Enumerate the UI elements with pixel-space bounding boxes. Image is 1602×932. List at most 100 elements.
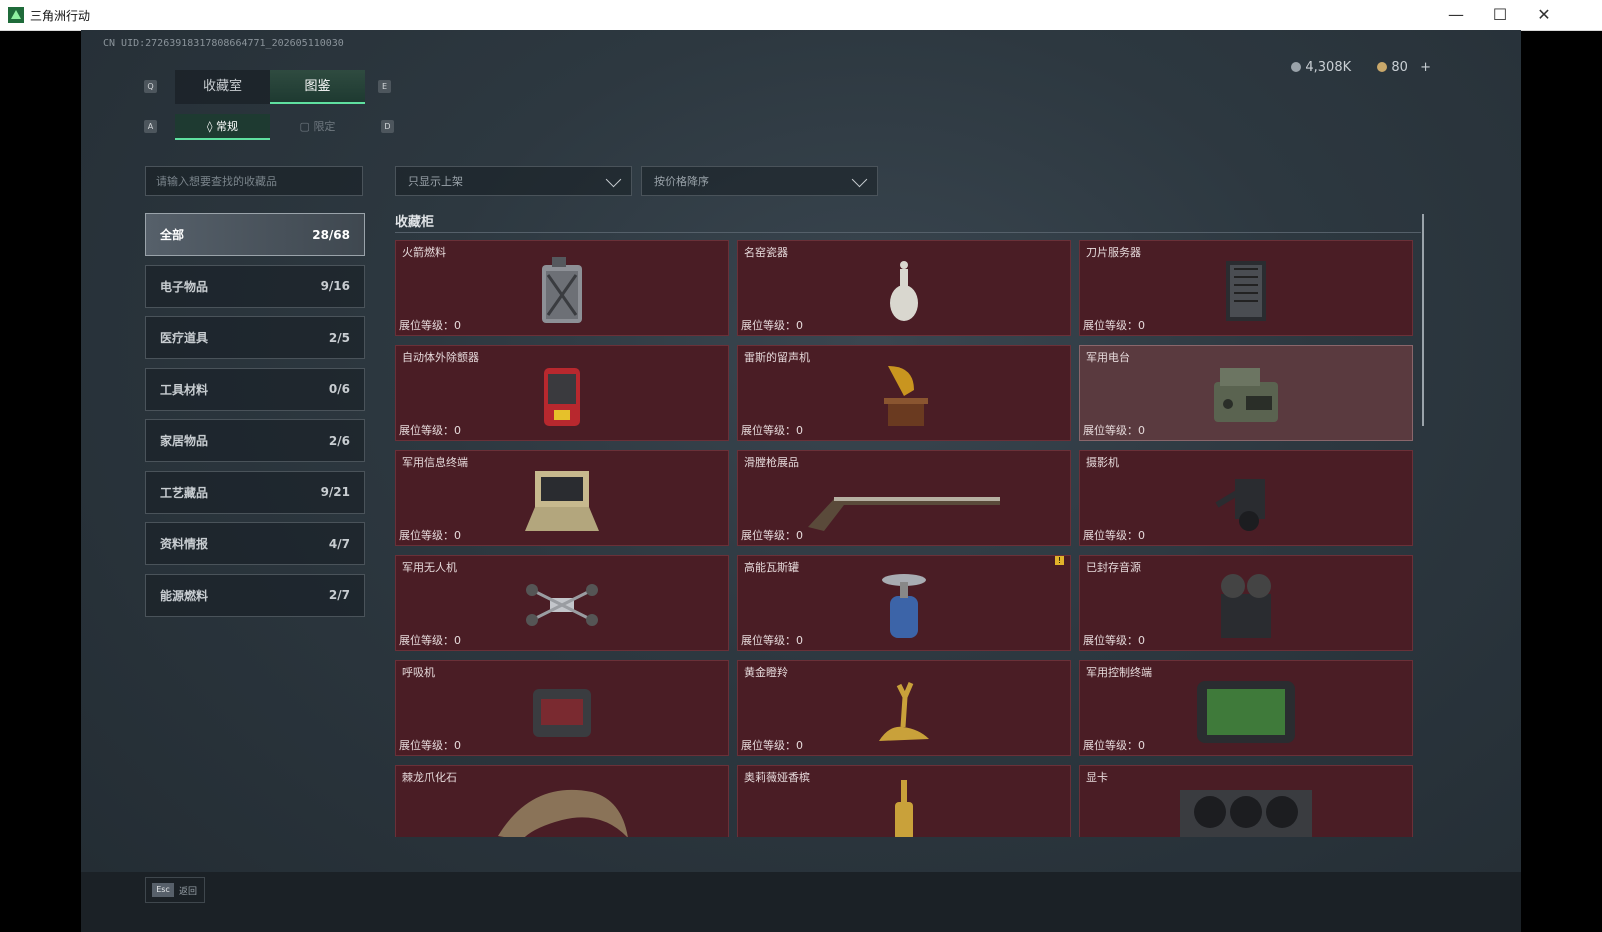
collection-card[interactable]: 摄影机 展位等级：0	[1079, 450, 1413, 546]
chevron-down-icon	[605, 171, 622, 188]
alert-badge: !	[1055, 556, 1064, 565]
level-label: 展位等级：	[1083, 739, 1138, 752]
category-count: 0/6	[328, 382, 350, 396]
item-name: 黄金瞪羚	[744, 666, 788, 679]
collection-card[interactable]: 雷斯的留声机 展位等级：0	[737, 345, 1071, 441]
currency-value-1: 4,308K	[1305, 60, 1352, 75]
subtab-regular[interactable]: ◊ 常规	[175, 114, 270, 140]
radio-icon	[1214, 368, 1278, 422]
collection-card[interactable]: 军用控制终端 展位等级：0	[1079, 660, 1413, 756]
category-energy[interactable]: 能源燃料 2/7	[145, 573, 365, 617]
collection-card[interactable]: 奥莉薇娅香槟	[737, 765, 1071, 837]
ventilator-icon	[533, 689, 591, 737]
scrollbar[interactable]	[1422, 214, 1424, 426]
level-label: 展位等级：	[1083, 529, 1138, 542]
category-count: 2/5	[328, 330, 350, 345]
sort-dropdown[interactable]: 按价格降序	[641, 166, 878, 196]
silver-coin-icon	[1291, 62, 1302, 72]
collection-card[interactable]: 刀片服务器 展位等级：0	[1079, 240, 1413, 336]
category-household[interactable]: 家居物品 2/6	[145, 419, 365, 462]
collection-card[interactable]: 呼吸机 展位等级：0	[395, 660, 729, 756]
item-level: 展位等级：0	[741, 317, 803, 333]
search-input[interactable]: 请输入想要查找的收藏品	[145, 166, 363, 196]
collection-card[interactable]: 军用信息终端 展位等级：0	[395, 450, 729, 546]
category-count: 9/21	[320, 485, 350, 499]
item-name: 军用信息终端	[402, 456, 468, 469]
collection-card[interactable]: 军用电台 展位等级：0	[1079, 345, 1413, 441]
currency-bar: 4,308K 80 +	[1291, 60, 1431, 75]
level-value: 0	[796, 319, 803, 332]
level-value: 0	[1138, 424, 1145, 437]
item-level: 展位等级：0	[741, 422, 803, 438]
vase-icon	[890, 261, 918, 321]
collection-grid: 火箭燃料 展位等级：0 名窑瓷器 展位等级：0 刀片服务器 展位等级：0 自动体…	[395, 240, 1415, 837]
level-value: 0	[796, 424, 803, 437]
level-value: 0	[454, 634, 461, 647]
sort-value: 按价格降序	[654, 175, 709, 188]
collection-card[interactable]: 自动体外除颤器 展位等级：0	[395, 345, 729, 441]
gas-tank-icon	[882, 574, 926, 638]
collection-card[interactable]: 显卡	[1079, 765, 1413, 837]
item-level: 展位等级：0	[399, 422, 461, 438]
category-label: 资料情报	[160, 537, 209, 551]
collection-card[interactable]: ! 高能瓦斯罐 展位等级：0	[737, 555, 1071, 651]
level-label: 展位等级：	[399, 739, 454, 752]
display-filter-dropdown[interactable]: 只显示上架	[395, 166, 632, 196]
level-value: 0	[1138, 739, 1145, 752]
maximize-button[interactable]: ☐	[1486, 4, 1514, 26]
category-label: 能源燃料	[160, 588, 209, 603]
item-name: 显卡	[1086, 771, 1108, 784]
reel-recorder-icon	[1221, 574, 1271, 638]
collection-card[interactable]: 黄金瞪羚 展位等级：0	[737, 660, 1071, 756]
category-crafts[interactable]: 工艺藏品 9/21	[145, 470, 365, 514]
level-label: 展位等级：	[741, 739, 796, 752]
tab-codex[interactable]: 图鉴	[270, 70, 365, 104]
collection-card[interactable]: 军用无人机 展位等级：0	[395, 555, 729, 651]
category-count: 9/16	[320, 279, 350, 293]
minimize-button[interactable]: —	[1442, 4, 1470, 26]
collection-card[interactable]: 已封存音源 展位等级：0	[1079, 555, 1413, 651]
musket-icon	[808, 497, 1000, 531]
gpu-icon	[1180, 790, 1312, 837]
level-value: 0	[454, 529, 461, 542]
level-value: 0	[454, 424, 461, 437]
level-value: 0	[454, 739, 461, 752]
collection-card[interactable]: 名窑瓷器 展位等级：0	[737, 240, 1071, 336]
subtab-limited[interactable]: ▢ 限定	[270, 114, 365, 140]
subtab-limited-label: 限定	[313, 120, 336, 133]
currency-value-2: 80	[1391, 60, 1408, 75]
item-level: 展位等级：0	[741, 632, 803, 648]
gramophone-icon	[884, 366, 928, 426]
back-button[interactable]: Esc 返回	[145, 877, 205, 903]
item-level: 展位等级：0	[1083, 527, 1145, 543]
collection-card[interactable]: 滑膛枪展品 展位等级：0	[737, 450, 1071, 546]
level-label: 展位等级：	[741, 319, 796, 332]
item-level: 展位等级：0	[399, 632, 461, 648]
add-currency-button[interactable]: +	[1420, 60, 1431, 75]
collection-card[interactable]: 火箭燃料 展位等级：0	[395, 240, 729, 336]
key-hint-a: A	[144, 120, 157, 133]
category-count: 2/7	[328, 588, 350, 602]
control-terminal-icon	[1197, 681, 1295, 743]
category-tools[interactable]: 工具材料 0/6	[145, 367, 365, 411]
item-name: 摄影机	[1086, 456, 1119, 469]
game-stage: CN UID:27263918317808664771_202605110030…	[81, 30, 1521, 932]
level-label: 展位等级：	[1083, 634, 1138, 647]
category-label: 工艺藏品	[160, 485, 209, 500]
level-label: 展位等级：	[741, 634, 796, 647]
item-name: 奥莉薇娅香槟	[744, 771, 810, 784]
tab-collection-room[interactable]: 收藏室	[175, 70, 270, 104]
category-list: 全部 28/68 电子物品 9/16 医疗道具 2/5 工具材料 0/6 家居物品 2/6…	[145, 213, 365, 625]
level-value: 0	[796, 529, 803, 542]
category-intel[interactable]: 资料情报 4/7	[145, 522, 365, 565]
category-medical[interactable]: 医疗道具 2/5	[145, 316, 365, 359]
server-icon	[1226, 261, 1266, 321]
footer-band	[81, 872, 1521, 932]
category-electronics[interactable]: 电子物品 9/16	[145, 264, 365, 308]
collection-card[interactable]: 棘龙爪化石	[395, 765, 729, 837]
item-name: 火箭燃料	[402, 246, 446, 259]
category-all[interactable]: 全部 28/68	[145, 213, 365, 256]
close-button[interactable]: ✕	[1530, 4, 1558, 26]
item-level: 展位等级：0	[1083, 737, 1145, 753]
item-level: 展位等级：0	[1083, 632, 1145, 648]
